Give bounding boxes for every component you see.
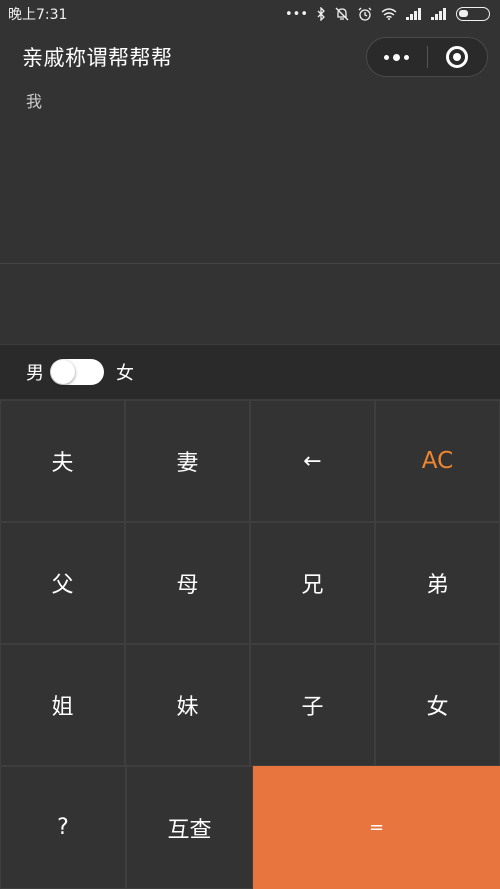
signal-icon <box>431 8 447 20</box>
keypad: 夫 妻 ← AC 父 母 兄 弟 姐 妹 子 女 ? 互查 = <box>0 400 500 889</box>
miniprogram-capsule <box>366 37 488 77</box>
battery-icon <box>456 7 490 21</box>
key-mother[interactable]: 母 <box>125 522 250 644</box>
bluetooth-icon <box>317 7 326 21</box>
status-time: 晚上7:31 <box>8 7 68 23</box>
mute-icon <box>335 7 349 21</box>
close-miniprogram-button[interactable] <box>428 38 488 76</box>
male-label: 男 <box>26 363 44 384</box>
key-elder-sister[interactable]: 姐 <box>0 644 125 766</box>
key-younger-brother[interactable]: 弟 <box>375 522 500 644</box>
key-elder-brother[interactable]: 兄 <box>250 522 375 644</box>
target-icon <box>446 46 469 68</box>
status-bar: 晚上7:31 ••• <box>0 0 500 28</box>
key-daughter[interactable]: 女 <box>375 644 500 766</box>
more-dots-icon <box>384 53 410 61</box>
female-label: 女 <box>116 363 134 384</box>
key-husband[interactable]: 夫 <box>0 400 125 522</box>
signal-icon <box>406 8 422 20</box>
help-key[interactable]: ? <box>0 766 126 889</box>
alarm-icon <box>358 7 372 21</box>
relation-input-display: 我 <box>26 92 43 111</box>
clear-all-key[interactable]: AC <box>375 400 500 522</box>
result-display <box>0 264 500 344</box>
key-father[interactable]: 父 <box>0 522 125 644</box>
page-title: 亲戚称谓帮帮帮 <box>22 46 173 70</box>
more-dots-icon: ••• <box>284 6 308 22</box>
equals-key[interactable]: = <box>253 766 500 889</box>
wifi-icon <box>381 8 397 20</box>
toggle-knob <box>51 360 75 384</box>
gender-toggle[interactable] <box>50 359 104 385</box>
key-younger-sister[interactable]: 妹 <box>125 644 250 766</box>
more-menu-button[interactable] <box>367 38 427 76</box>
gender-selector: 男 女 <box>0 344 500 400</box>
key-son[interactable]: 子 <box>250 644 375 766</box>
backspace-key[interactable]: ← <box>250 400 375 522</box>
status-icons: ••• <box>285 7 490 22</box>
mutual-lookup-key[interactable]: 互查 <box>126 766 253 889</box>
key-wife[interactable]: 妻 <box>125 400 250 522</box>
